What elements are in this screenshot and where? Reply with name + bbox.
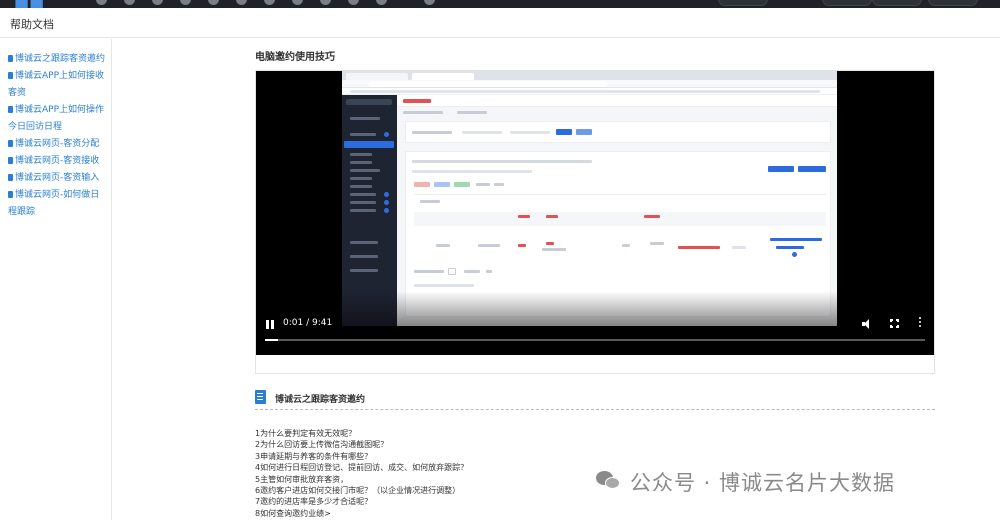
toolbar-icon[interactable] — [376, 0, 387, 5]
sidebar-item-web-schedule-tracking[interactable]: 博诚云网页-如何做日程跟踪 — [8, 187, 108, 221]
toolbar-pill[interactable] — [872, 0, 922, 6]
browser-address-bar — [342, 80, 837, 88]
list-header: 博诚云之跟踪客资邀约 — [255, 388, 935, 410]
toolbar-pill[interactable] — [928, 0, 978, 6]
toolbar-icon[interactable] — [264, 0, 275, 5]
toolbar-icon[interactable] — [208, 0, 219, 5]
toolbar-icon[interactable] — [236, 0, 247, 5]
document-icon — [8, 191, 13, 198]
main-content: 电脑邀约使用技巧 0:01 / 9:41 博诚云之跟踪客资邀约 1为什么要判定有… — [112, 39, 1000, 520]
list-title: 博诚云之跟踪客资邀约 — [275, 395, 366, 405]
video-controls: 0:01 / 9:41 — [256, 315, 934, 355]
sidebar-item-web-lead-receive[interactable]: 博诚云网页-客资接收 — [8, 153, 108, 170]
browser-tabs — [342, 71, 837, 80]
fullscreen-icon[interactable] — [890, 319, 899, 328]
browser-bookmarks — [342, 88, 837, 95]
list-item: 7邀约的进店率是多少才合适呢？ — [255, 497, 373, 507]
toolbar-icon[interactable] — [292, 0, 303, 5]
more-icon[interactable] — [918, 317, 922, 329]
sidebar-item-label: 博诚云APP上如何操作今日回访日程 — [8, 105, 105, 132]
sidebar-item-label: 博诚云APP上如何接收客资 — [8, 71, 105, 98]
toolbar-icon[interactable] — [424, 0, 435, 5]
list-item: 2为什么回访要上传微信沟通截图呢？ — [255, 440, 389, 450]
toolbar-icon[interactable] — [348, 0, 359, 5]
volume-icon[interactable] — [862, 319, 872, 329]
list-item: 3申请延期与养客的条件有哪些？ — [255, 451, 373, 461]
sidebar-item-web-lead-assign[interactable]: 博诚云网页-客资分配 — [8, 136, 108, 153]
toolbar-icon[interactable] — [124, 0, 135, 5]
toolbar-pill[interactable] — [822, 0, 872, 6]
toolbar-icon[interactable] — [96, 0, 107, 5]
list-item: 1为什么要判定有效无效呢？ — [255, 429, 357, 438]
sidebar-item-invite-tracking[interactable]: 博诚云之跟踪客资邀约 — [8, 51, 108, 68]
book-icon — [255, 390, 266, 404]
toolbar-icon[interactable] — [152, 0, 163, 5]
wechat-watermark: 公众号 · 博诚云名片大数据 — [596, 465, 986, 495]
sidebar-item-label: 博诚云网页-客资输入 — [15, 173, 100, 183]
page-title: 帮助文档 — [10, 18, 54, 31]
video-progress-fill — [265, 339, 279, 341]
app-logo: ■■ — [14, 0, 44, 8]
video-progress-bar[interactable] — [265, 339, 925, 341]
toolbar-pill[interactable] — [718, 0, 768, 6]
sidebar-item-label: 博诚云网页-客资分配 — [15, 139, 100, 149]
wechat-icon — [596, 471, 622, 491]
pause-icon[interactable] — [266, 320, 274, 329]
video-card: 0:01 / 9:41 — [255, 70, 935, 374]
sidebar-item-app-receive-leads[interactable]: 博诚云APP上如何接收客资 — [8, 68, 108, 102]
document-icon — [8, 106, 13, 113]
list-item: 8如何查询邀约业绩> — [255, 508, 331, 518]
watermark-text: 公众号 · 博诚云名片大数据 — [630, 471, 896, 495]
sidebar-item-app-today-visits[interactable]: 博诚云APP上如何操作今日回访日程 — [8, 102, 108, 136]
video-player[interactable]: 0:01 / 9:41 — [256, 71, 934, 355]
sidebar-item-web-lead-input[interactable]: 博诚云网页-客资输入 — [8, 170, 108, 187]
sidebar: 博诚云之跟踪客资邀约 博诚云APP上如何接收客资 博诚云APP上如何操作今日回访… — [0, 39, 112, 520]
section-title: 电脑邀约使用技巧 — [255, 52, 335, 63]
document-icon — [8, 55, 13, 62]
document-icon — [8, 140, 13, 147]
document-icon — [8, 174, 13, 181]
document-icon — [8, 72, 13, 79]
sidebar-item-label: 博诚云网页-如何做日程跟踪 — [8, 190, 100, 217]
video-frame — [342, 71, 837, 326]
toolbar-icon[interactable] — [320, 0, 331, 5]
video-time: 0:01 / 9:41 — [283, 318, 333, 328]
document-icon — [8, 157, 13, 164]
top-app-bar: ■■ — [0, 0, 1000, 8]
toolbar-icon[interactable] — [180, 0, 191, 5]
sidebar-item-label: 博诚云网页-客资接收 — [15, 156, 100, 166]
page-header: 帮助文档 — [0, 8, 1000, 38]
sidebar-item-label: 博诚云之跟踪客资邀约 — [15, 54, 106, 64]
